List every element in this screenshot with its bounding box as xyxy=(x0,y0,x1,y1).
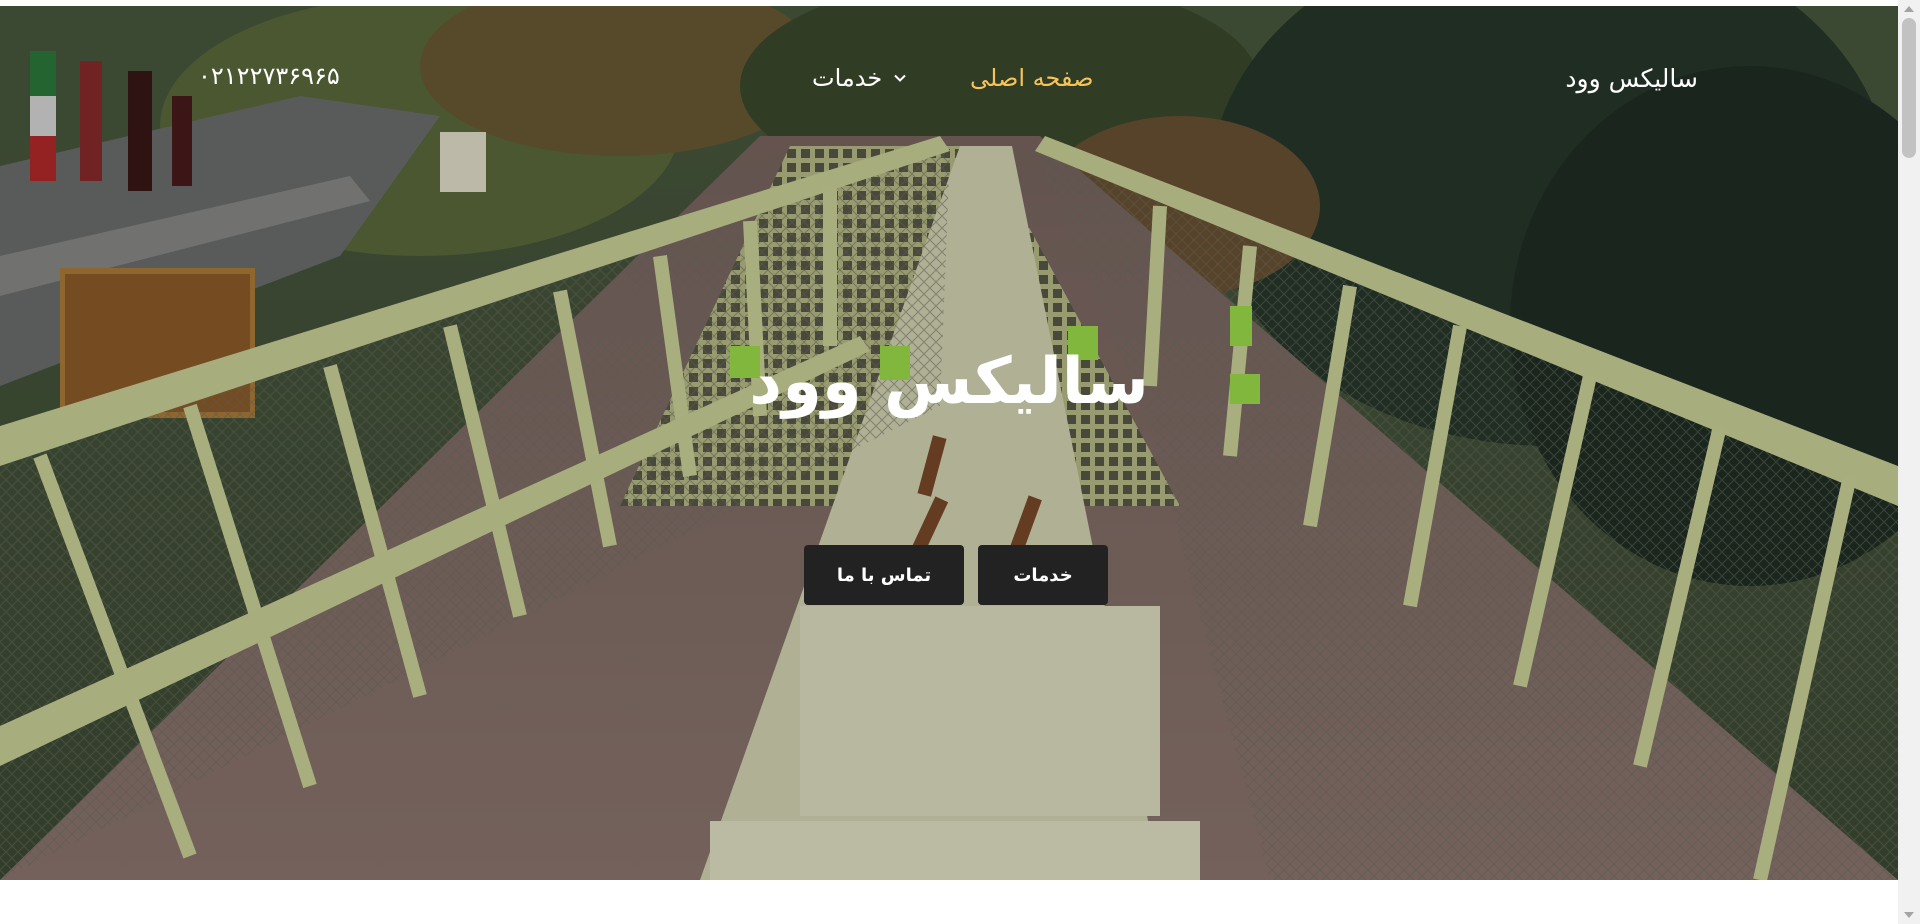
chevron-down-icon xyxy=(894,74,906,82)
page-below-hero xyxy=(0,880,1898,924)
nav-home-link[interactable]: صفحه اصلی xyxy=(970,64,1094,92)
top-navbar: سالیکس وود صفحه اصلی خدمات ۰۲۱۲۲۷۳۶۹۶۵ xyxy=(0,6,1898,156)
brand-link[interactable]: سالیکس وود xyxy=(1565,64,1698,93)
browser-viewport: سالیکس وود صفحه اصلی خدمات ۰۲۱۲۲۷۳۶۹۶۵ س… xyxy=(0,0,1920,924)
scrollbar-thumb[interactable] xyxy=(1902,18,1916,158)
phone-number[interactable]: ۰۲۱۲۲۷۳۶۹۶۵ xyxy=(198,62,340,90)
vertical-scrollbar[interactable] xyxy=(1898,0,1920,924)
nav-services-label: خدمات xyxy=(812,64,883,92)
services-button[interactable]: خدمات xyxy=(978,545,1108,605)
nav-services-dropdown[interactable]: خدمات xyxy=(812,64,906,92)
scroll-down-icon[interactable] xyxy=(1904,912,1914,918)
hero-title: سالیکس وود xyxy=(749,345,1149,419)
contact-button[interactable]: تماس با ما xyxy=(804,545,964,605)
scroll-up-icon[interactable] xyxy=(1904,6,1914,12)
